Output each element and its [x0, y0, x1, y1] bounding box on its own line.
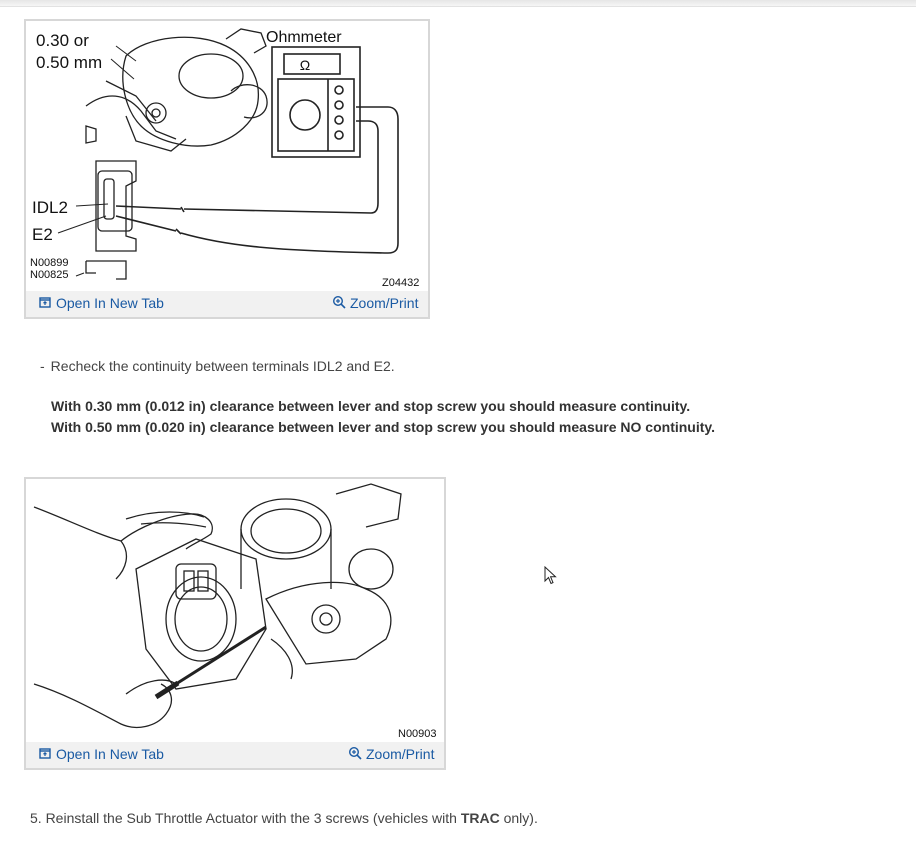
figure2-code: N00903 — [398, 728, 437, 740]
spec-line-no-continuity: With 0.50 mm (0.020 in) clearance betwee… — [51, 419, 716, 435]
figure-ohmmeter-diagram: 0.30 or 0.50 mm Ohmmeter Ω IDL2 E2 N0089… — [24, 19, 430, 319]
zoom-print-link-2[interactable]: Zoom/Print — [348, 746, 434, 762]
figure-throttle-body-photo: N00903 Open In New Tab Zoom/Print — [24, 477, 446, 770]
zoom-print-label: Zoom/Print — [350, 295, 419, 311]
open-in-new-tab-label: Open In New Tab — [56, 295, 164, 311]
open-in-new-tab-link-2[interactable]: Open In New Tab — [38, 746, 164, 762]
open-in-new-tab-label: Open In New Tab — [56, 746, 164, 762]
zoom-in-icon — [332, 295, 346, 310]
terminal-e2-label: E2 — [32, 225, 53, 244]
code-n00899: N00899 — [30, 257, 69, 269]
zoom-print-label: Zoom/Print — [366, 746, 435, 762]
ohm-symbol: Ω — [300, 57, 310, 73]
ohmmeter-label: Ohmmeter — [266, 29, 342, 46]
terminal-idl2-label: IDL2 — [32, 198, 68, 217]
zoom-in-icon — [348, 746, 362, 761]
clearance-label-line2: 0.50 mm — [36, 53, 102, 72]
browser-top-edge — [0, 0, 916, 7]
spec-line-continuity: With 0.30 mm (0.012 in) clearance betwee… — [51, 398, 691, 414]
recheck-instruction: - Recheck the continuity between terminal… — [40, 358, 395, 374]
zoom-print-link[interactable]: Zoom/Print — [332, 295, 418, 311]
open-in-new-tab-link[interactable]: Open In New Tab — [38, 295, 164, 311]
recheck-text: Recheck the continuity between terminals… — [50, 358, 395, 374]
step-5-trac: TRAC — [460, 810, 500, 826]
open-new-tab-icon — [38, 296, 52, 310]
step-5-suffix: only). — [499, 810, 538, 826]
open-new-tab-icon — [38, 747, 52, 761]
figure-code: Z04432 — [382, 277, 419, 289]
figure2-toolbar: Open In New Tab Zoom/Print — [26, 742, 444, 768]
ohmmeter-illustration: 0.30 or 0.50 mm Ohmmeter Ω IDL2 E2 N0089… — [30, 28, 419, 289]
clearance-label-line1: 0.30 or — [36, 31, 89, 50]
step-5-instruction: 5. Reinstall the Sub Throttle Actuator w… — [30, 810, 538, 826]
bullet-dash: - — [40, 358, 45, 374]
code-n00825: N00825 — [30, 269, 69, 281]
step-5-prefix: 5. Reinstall the Sub Throttle Actuator w… — [30, 810, 461, 826]
throttle-body-illustration: N00903 — [33, 483, 437, 740]
figure-toolbar: Open In New Tab Zoom/Print — [26, 291, 428, 317]
mouse-pointer-icon — [544, 565, 558, 591]
